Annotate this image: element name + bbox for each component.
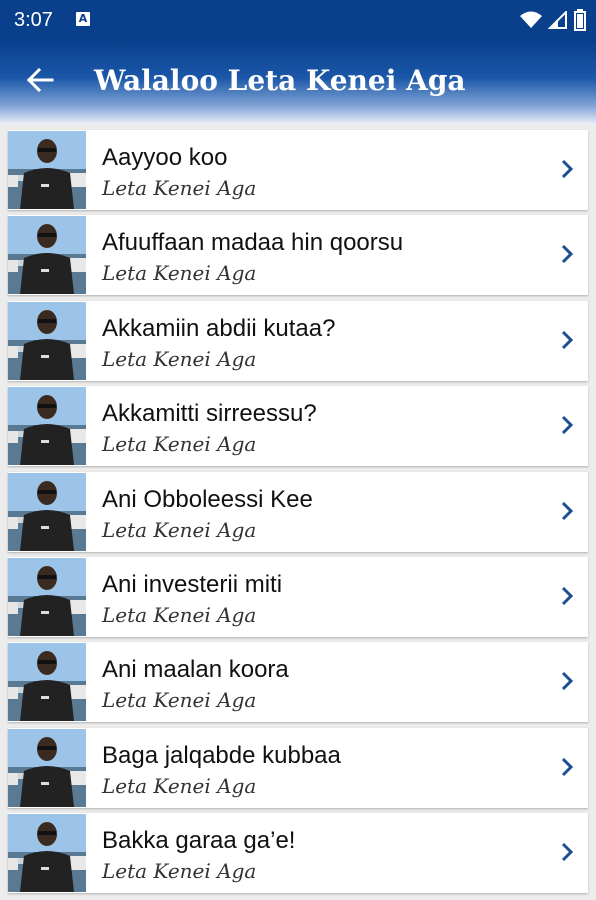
artist-photo	[8, 216, 86, 295]
chevron-right-icon	[561, 416, 574, 435]
list-item[interactable]: Ani investerii miti Leta Kenei Aga	[8, 556, 588, 637]
list-item[interactable]: Baga jalqabde kubbaa Leta Kenei Aga	[8, 727, 588, 808]
item-title: Bakka garaa ga’e!	[102, 827, 296, 855]
chevron-right-icon	[561, 672, 574, 691]
item-title: Aayyoo koo	[102, 144, 228, 171]
artist-photo	[8, 387, 86, 466]
battery-icon	[574, 9, 586, 31]
list-item[interactable]: Ani maalan koora Leta Kenei Aga	[8, 642, 588, 723]
chevron-right-icon	[561, 757, 574, 776]
chevron-right-icon	[561, 501, 574, 520]
page-title: Walaloo Leta Kenei Aga	[94, 64, 466, 97]
artist-photo	[8, 301, 86, 380]
list-item[interactable]: Ani Obboleessi Kee Leta Kenei Aga	[8, 471, 588, 552]
item-title: Ani investerii miti	[102, 570, 283, 598]
chevron-right-icon	[561, 245, 574, 264]
app-bar: Walaloo Leta Kenei Aga	[0, 40, 596, 124]
arrow-left-icon	[26, 68, 54, 92]
song-list: Aayyoo koo Leta Kenei Aga Afuuffaan mada…	[8, 130, 588, 899]
item-title: Akkamitti sirreessu?	[102, 400, 317, 428]
artist-photo	[8, 814, 86, 893]
item-subtitle: Leta Kenei Aga	[102, 859, 257, 884]
item-subtitle: Leta Kenei Aga	[102, 176, 257, 200]
item-title: Akkamiin abdii kutaa?	[102, 314, 336, 342]
item-title: Ani maalan koora	[102, 656, 289, 684]
artist-photo	[8, 472, 86, 551]
wifi-icon	[520, 11, 542, 28]
artist-photo	[8, 557, 86, 636]
chevron-right-icon	[561, 330, 574, 349]
item-title: Baga jalqabde kubbaa	[102, 741, 341, 769]
item-subtitle: Leta Kenei Aga	[102, 261, 257, 286]
chevron-right-icon	[561, 586, 574, 606]
item-title: Afuuffaan madaa hin qoorsu	[102, 229, 404, 257]
signal-icon	[548, 11, 567, 29]
list-item[interactable]: Afuuffaan madaa hin qoorsu Leta Kenei Ag…	[8, 215, 588, 296]
status-time: 3:07	[14, 9, 53, 31]
item-subtitle: Leta Kenei Aga	[102, 602, 257, 627]
list-item[interactable]: Aayyoo koo Leta Kenei Aga	[8, 130, 588, 210]
item-title: Ani Obboleessi Kee	[102, 485, 313, 513]
artist-photo	[8, 643, 86, 722]
list-item[interactable]: Bakka garaa ga’e! Leta Kenei Aga	[8, 813, 588, 894]
back-button[interactable]	[20, 60, 60, 100]
status-bar: 3:07 A	[0, 0, 596, 40]
list-item[interactable]: Akkamitti sirreessu? Leta Kenei Aga	[8, 386, 588, 467]
artist-photo	[8, 728, 86, 807]
item-subtitle: Leta Kenei Aga	[102, 517, 257, 542]
item-subtitle: Leta Kenei Aga	[102, 773, 257, 798]
item-subtitle: Leta Kenei Aga	[102, 688, 257, 713]
list-item[interactable]: Akkamiin abdii kutaa? Leta Kenei Aga	[8, 300, 588, 381]
status-icons	[520, 8, 586, 32]
item-subtitle: Leta Kenei Aga	[102, 346, 257, 371]
chevron-right-icon	[561, 159, 574, 179]
chevron-right-icon	[561, 843, 574, 862]
artist-photo	[8, 131, 86, 209]
item-subtitle: Leta Kenei Aga	[102, 432, 257, 457]
notification-a-icon: A	[76, 12, 90, 26]
